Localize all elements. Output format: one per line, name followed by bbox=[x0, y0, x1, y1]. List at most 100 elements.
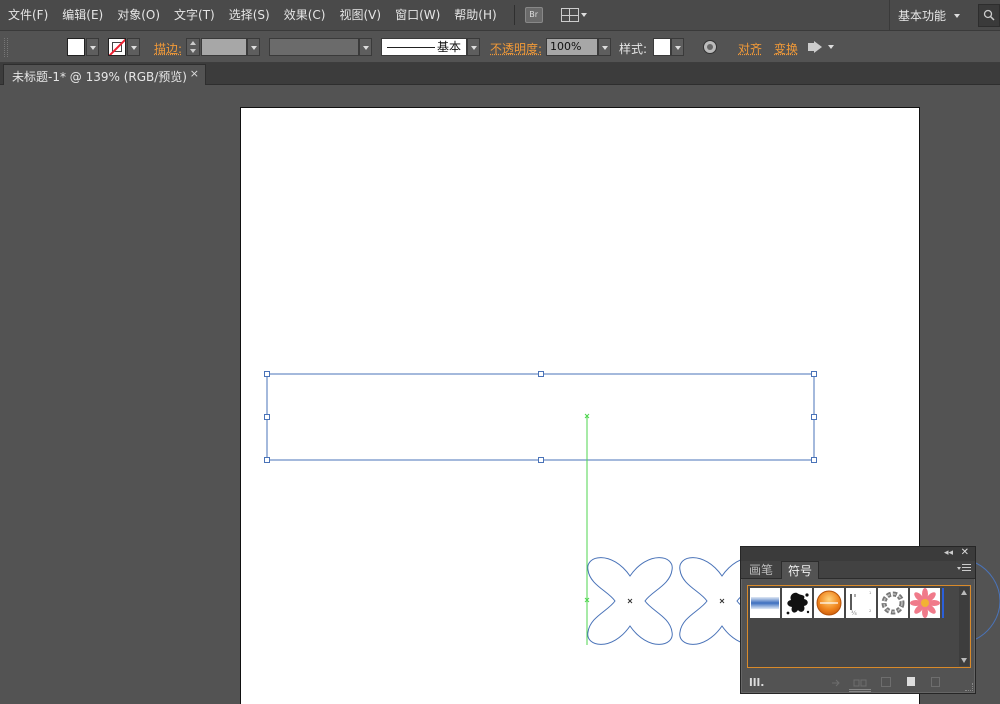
symbol-dotted-lines[interactable]: ¾ ¹ ² bbox=[846, 588, 876, 618]
variable-width-profile[interactable] bbox=[269, 38, 359, 56]
document-tab-strip: 未标题-1* @ 139% (RGB/预览) × bbox=[0, 63, 1000, 85]
graphic-style-dropdown[interactable] bbox=[671, 38, 684, 56]
search-button[interactable] bbox=[978, 4, 1000, 27]
chevron-down-icon bbox=[363, 46, 369, 50]
place-symbol-icon[interactable] bbox=[831, 677, 841, 687]
center-point-1 bbox=[628, 599, 632, 603]
stroke-swatch[interactable] bbox=[108, 38, 126, 56]
handle-bottom-right[interactable] bbox=[812, 458, 817, 463]
stroke-weight-stepper[interactable] bbox=[186, 38, 200, 56]
bridge-button[interactable]: Br bbox=[525, 7, 543, 23]
panel-tab-bar: 画笔 符号 bbox=[741, 561, 975, 579]
menu-window[interactable]: 窗口(W) bbox=[388, 0, 447, 31]
handle-top-left[interactable] bbox=[265, 372, 270, 377]
x-shape-3-partial[interactable] bbox=[976, 563, 1000, 639]
opacity-label[interactable]: 不透明度: bbox=[490, 40, 542, 57]
chevron-down-icon bbox=[581, 13, 587, 17]
arrange-grid-icon bbox=[561, 8, 579, 22]
svg-text:¹: ¹ bbox=[869, 591, 872, 598]
chevron-down-icon bbox=[471, 46, 477, 50]
symbol-blue-gradient-bar[interactable] bbox=[750, 588, 780, 618]
fill-dropdown[interactable] bbox=[86, 38, 99, 56]
symbol-scrollbar[interactable] bbox=[959, 587, 969, 666]
handle-top-middle[interactable] bbox=[539, 372, 544, 377]
transform-link[interactable]: 变换 bbox=[774, 40, 798, 57]
break-link-icon[interactable] bbox=[853, 677, 863, 687]
menu-help[interactable]: 帮助(H) bbox=[447, 0, 503, 31]
chevron-down-icon bbox=[602, 46, 608, 50]
selected-rectangle[interactable] bbox=[267, 374, 814, 460]
svg-text:¾: ¾ bbox=[851, 610, 857, 617]
symbols-panel: ◂◂ ✕ 画笔 符号 ¾ ¹ ² lll. bbox=[740, 546, 976, 694]
symbol-libraries-menu-icon[interactable]: lll. bbox=[749, 676, 765, 689]
menu-object[interactable]: 对象(O) bbox=[110, 0, 167, 31]
center-point-2 bbox=[720, 599, 724, 603]
insertion-marker bbox=[942, 588, 944, 618]
search-icon bbox=[983, 9, 995, 21]
symbol-black-splat[interactable] bbox=[782, 588, 812, 618]
scroll-up-icon[interactable] bbox=[961, 590, 967, 595]
close-icon[interactable]: × bbox=[190, 67, 199, 80]
handle-middle-left[interactable] bbox=[265, 415, 270, 420]
menu-file[interactable]: 文件(F) bbox=[0, 0, 55, 31]
symbol-library-area[interactable]: ¾ ¹ ² bbox=[747, 585, 971, 668]
workspace-switcher[interactable]: 基本功能 bbox=[889, 0, 968, 31]
style-label: 样式: bbox=[619, 40, 647, 57]
tab-symbols[interactable]: 符号 bbox=[781, 561, 819, 579]
control-bar: 描边: 基本 不透明度: 100% 样式: 对齐 变换 bbox=[0, 32, 1000, 63]
brush-definition-field[interactable]: 基本 bbox=[381, 38, 467, 56]
handle-bottom-middle[interactable] bbox=[539, 458, 544, 463]
symbol-chain-ring[interactable] bbox=[878, 588, 908, 618]
brush-definition-dropdown[interactable] bbox=[467, 38, 480, 56]
symbol-options-icon[interactable] bbox=[881, 677, 891, 687]
tab-brushes[interactable]: 画笔 bbox=[743, 561, 779, 579]
fill-swatch[interactable] bbox=[67, 38, 85, 56]
document-title: 未标题-1* @ 139% (RGB/预览) bbox=[12, 68, 187, 85]
recolor-artwork-icon[interactable] bbox=[703, 40, 717, 54]
stroke-weight-field[interactable] bbox=[201, 38, 247, 56]
panel-menu-icon[interactable] bbox=[957, 564, 971, 574]
handle-middle-right[interactable] bbox=[812, 415, 817, 420]
chevron-down-icon bbox=[251, 46, 257, 50]
workspace-label: 基本功能 bbox=[898, 7, 946, 24]
panel-titlebar[interactable]: ◂◂ ✕ bbox=[741, 547, 975, 561]
stroke-color-dropdown[interactable] bbox=[127, 38, 140, 56]
chevron-down-icon bbox=[131, 46, 137, 50]
toolbar-grip[interactable] bbox=[4, 38, 8, 57]
document-tab[interactable]: 未标题-1* @ 139% (RGB/预览) × bbox=[3, 64, 206, 85]
menu-edit[interactable]: 编辑(E) bbox=[55, 0, 110, 31]
panel-resize-notch[interactable] bbox=[849, 689, 871, 692]
flag-icon bbox=[808, 41, 822, 53]
symbol-list: ¾ ¹ ² bbox=[750, 588, 940, 618]
opacity-field[interactable]: 100% bbox=[546, 38, 598, 56]
arrange-documents-button[interactable] bbox=[561, 8, 587, 22]
opacity-dropdown[interactable] bbox=[598, 38, 611, 56]
chevron-down-icon bbox=[828, 45, 834, 49]
stroke-line-preview bbox=[387, 47, 435, 48]
align-link[interactable]: 对齐 bbox=[738, 40, 762, 57]
symbol-orange-button[interactable] bbox=[814, 588, 844, 618]
handle-top-right[interactable] bbox=[812, 372, 817, 377]
graphic-style-swatch[interactable] bbox=[653, 38, 671, 56]
symbol-pink-flower[interactable] bbox=[910, 588, 940, 618]
menu-effect[interactable]: 效果(C) bbox=[277, 0, 333, 31]
stroke-label[interactable]: 描边: bbox=[154, 40, 182, 57]
menu-view[interactable]: 视图(V) bbox=[332, 0, 388, 31]
illustrator-window: { "menubar": { "items": ["文件(F)", "编辑(E)… bbox=[0, 0, 1000, 704]
trash-icon[interactable] bbox=[931, 677, 940, 687]
close-icon[interactable]: ✕ bbox=[961, 547, 969, 558]
menu-select[interactable]: 选择(S) bbox=[222, 0, 277, 31]
panel-resize-grip[interactable] bbox=[965, 683, 973, 691]
stroke-weight-dropdown[interactable] bbox=[247, 38, 260, 56]
svg-text:²: ² bbox=[869, 609, 872, 616]
scroll-down-icon[interactable] bbox=[961, 658, 967, 663]
variable-width-dropdown[interactable] bbox=[359, 38, 372, 56]
new-symbol-icon[interactable] bbox=[907, 677, 915, 686]
bounding-box-handles[interactable] bbox=[265, 372, 817, 463]
menu-divider bbox=[514, 5, 515, 25]
isolate-menu-button[interactable] bbox=[808, 41, 834, 53]
panel-footer: lll. bbox=[741, 671, 975, 693]
handle-bottom-left[interactable] bbox=[265, 458, 270, 463]
menu-type[interactable]: 文字(T) bbox=[167, 0, 222, 31]
collapse-icon[interactable]: ◂◂ bbox=[944, 548, 953, 558]
